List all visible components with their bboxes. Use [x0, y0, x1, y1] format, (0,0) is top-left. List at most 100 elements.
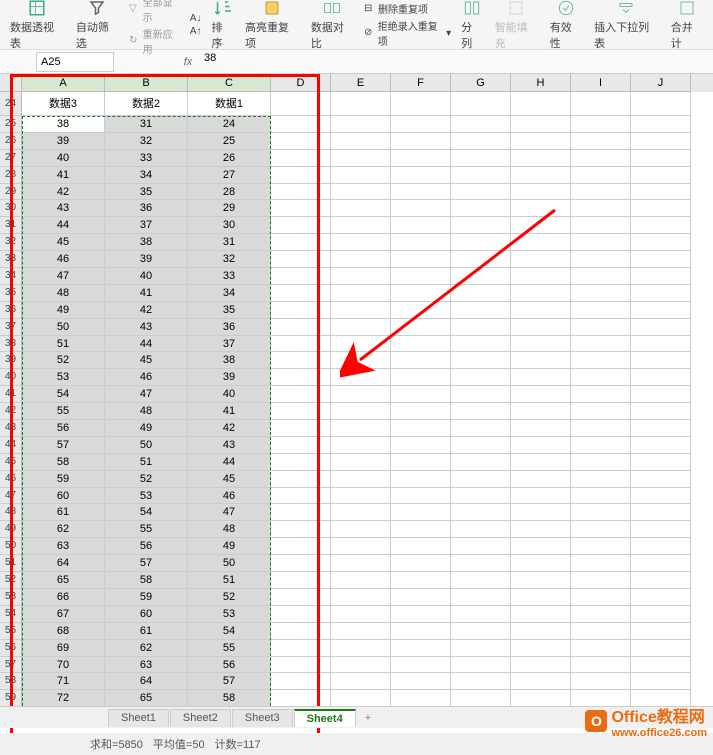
empty-cell[interactable] [391, 420, 451, 437]
empty-cell[interactable] [631, 251, 691, 268]
empty-cell[interactable] [571, 285, 631, 302]
empty-cell[interactable] [331, 454, 391, 471]
empty-cell[interactable] [331, 657, 391, 674]
empty-cell[interactable] [511, 420, 571, 437]
add-sheet-button[interactable]: + [357, 710, 379, 726]
empty-cell[interactable] [571, 386, 631, 403]
data-cell[interactable]: 61 [22, 504, 105, 521]
empty-cell[interactable] [571, 488, 631, 505]
empty-cell[interactable] [511, 657, 571, 674]
empty-cell[interactable] [631, 285, 691, 302]
empty-cell[interactable] [271, 690, 331, 707]
empty-cell[interactable] [571, 200, 631, 217]
empty-cell[interactable] [451, 572, 511, 589]
empty-cell[interactable] [271, 471, 331, 488]
row-header[interactable]: 33 [0, 251, 22, 268]
empty-cell[interactable] [631, 623, 691, 640]
column-header[interactable]: C [188, 74, 271, 92]
empty-cell[interactable] [571, 606, 631, 623]
data-cell[interactable]: 54 [22, 386, 105, 403]
empty-cell[interactable] [511, 352, 571, 369]
empty-cell[interactable] [331, 150, 391, 167]
empty-cell[interactable] [451, 454, 511, 471]
empty-cell[interactable] [271, 488, 331, 505]
data-cell[interactable]: 57 [105, 555, 188, 572]
empty-cell[interactable] [331, 217, 391, 234]
empty-cell[interactable] [571, 437, 631, 454]
row-header[interactable]: 39 [0, 352, 22, 369]
empty-cell[interactable] [631, 420, 691, 437]
data-cell[interactable]: 31 [188, 234, 271, 251]
data-cell[interactable]: 41 [188, 403, 271, 420]
empty-cell[interactable] [391, 251, 451, 268]
data-cell[interactable]: 46 [188, 488, 271, 505]
empty-cell[interactable] [571, 640, 631, 657]
empty-cell[interactable] [331, 184, 391, 201]
empty-cell[interactable] [391, 673, 451, 690]
data-cell[interactable]: 64 [105, 673, 188, 690]
empty-cell[interactable] [631, 268, 691, 285]
column-header[interactable]: D [271, 74, 331, 92]
empty-cell[interactable] [331, 251, 391, 268]
empty-cell[interactable] [511, 92, 571, 116]
data-cell[interactable]: 51 [105, 454, 188, 471]
empty-cell[interactable] [571, 184, 631, 201]
empty-cell[interactable] [271, 251, 331, 268]
auto-filter-button[interactable]: 自动筛选 [70, 0, 125, 53]
empty-cell[interactable] [271, 167, 331, 184]
empty-cell[interactable] [391, 471, 451, 488]
empty-cell[interactable] [271, 217, 331, 234]
data-cell[interactable]: 37 [105, 217, 188, 234]
empty-cell[interactable] [631, 572, 691, 589]
empty-cell[interactable] [631, 133, 691, 150]
row-header[interactable]: 44 [0, 437, 22, 454]
empty-cell[interactable] [451, 200, 511, 217]
data-cell[interactable]: 38 [105, 234, 188, 251]
empty-cell[interactable] [331, 200, 391, 217]
empty-cell[interactable] [451, 234, 511, 251]
empty-cell[interactable] [631, 538, 691, 555]
validation-button[interactable]: 有效性 [544, 0, 588, 53]
empty-cell[interactable] [331, 437, 391, 454]
empty-cell[interactable] [331, 572, 391, 589]
empty-cell[interactable] [631, 504, 691, 521]
empty-cell[interactable] [631, 302, 691, 319]
cells-area[interactable]: 数据3数据2数据1 383124393225403326413427423528… [22, 92, 713, 728]
empty-cell[interactable] [451, 319, 511, 336]
empty-cell[interactable] [391, 369, 451, 386]
empty-cell[interactable] [391, 116, 451, 133]
column-header[interactable]: J [631, 74, 691, 92]
data-cell[interactable]: 54 [105, 504, 188, 521]
empty-cell[interactable] [511, 521, 571, 538]
empty-cell[interactable] [391, 606, 451, 623]
sort-button[interactable]: 排序 [205, 0, 239, 53]
formula-input[interactable]: 38 [198, 52, 713, 72]
column-header[interactable]: B [105, 74, 188, 92]
row-header[interactable]: 25 [0, 116, 22, 133]
empty-cell[interactable] [271, 420, 331, 437]
column-header[interactable]: A [22, 74, 105, 92]
table-header-cell[interactable]: 数据2 [105, 92, 188, 116]
row-header[interactable]: 34 [0, 268, 22, 285]
empty-cell[interactable] [631, 116, 691, 133]
pivot-table-button[interactable]: 数据透视表 [4, 0, 70, 53]
empty-cell[interactable] [571, 623, 631, 640]
empty-cell[interactable] [451, 657, 511, 674]
empty-cell[interactable] [391, 336, 451, 353]
data-cell[interactable]: 68 [22, 623, 105, 640]
empty-cell[interactable] [391, 589, 451, 606]
empty-cell[interactable] [331, 488, 391, 505]
empty-cell[interactable] [631, 521, 691, 538]
row-header[interactable]: 54 [0, 606, 22, 623]
data-cell[interactable]: 34 [105, 167, 188, 184]
data-cell[interactable]: 33 [105, 150, 188, 167]
data-cell[interactable]: 29 [188, 200, 271, 217]
empty-cell[interactable] [391, 352, 451, 369]
empty-cell[interactable] [451, 521, 511, 538]
data-cell[interactable]: 50 [22, 319, 105, 336]
empty-cell[interactable] [271, 92, 331, 116]
empty-cell[interactable] [391, 555, 451, 572]
data-cell[interactable]: 33 [188, 268, 271, 285]
empty-cell[interactable] [631, 589, 691, 606]
empty-cell[interactable] [271, 268, 331, 285]
